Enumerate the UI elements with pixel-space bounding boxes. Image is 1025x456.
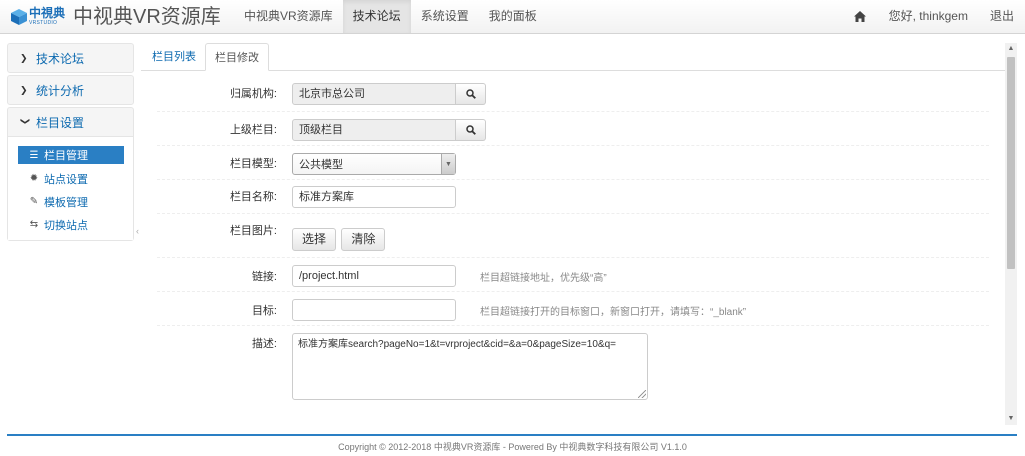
nav-item-settings[interactable]: 系统设置 xyxy=(411,0,479,33)
form-row-image: 栏目图片: 选择 清除 xyxy=(157,214,989,258)
footer-divider xyxy=(7,434,1017,436)
sidebar: ❯ 技术论坛 ❯ 统计分析 ❯ 栏目设置 ☰ 栏目管理 ✹ 站点设置 ✎ 模板管… xyxy=(7,43,134,243)
form-row-target: 目标: 栏目超链接打开的目标窗口，新窗口打开，请填写：“_blank” xyxy=(157,292,989,326)
logo-text: 中視典 xyxy=(29,6,66,20)
cube-logo-icon xyxy=(11,9,27,25)
form-row-name: 栏目名称: 标准方案库 xyxy=(157,180,989,214)
sidebar-group-column-settings: ❯ 栏目设置 ☰ 栏目管理 ✹ 站点设置 ✎ 模板管理 ⇆ 切换站点 xyxy=(7,107,134,241)
form-row-link: 链接: /project.html 栏目超链接地址，优先级“高” xyxy=(157,258,989,292)
tab-bar: 栏目列表 栏目修改 xyxy=(141,43,1016,71)
top-navbar: 中視典 VRSTUDIO 中视典VR资源库 中视典VR资源库 技术论坛 系统设置… xyxy=(0,0,1025,34)
pencil-icon: ✎ xyxy=(29,196,39,207)
form-row-desc: 描述: 标准方案库search?pageNo=1&t=vrproject&cid… xyxy=(157,326,989,425)
sidebar-item-label: 站点设置 xyxy=(44,173,88,186)
target-help-text: 栏目超链接打开的目标窗口，新窗口打开，请填写：“_blank” xyxy=(480,307,747,318)
form-row-org: 归属机构: 北京市总公司 xyxy=(157,78,989,112)
sidebar-group-stats: ❯ 统计分析 xyxy=(7,75,134,105)
scroll-down-arrow-icon[interactable]: ▼ xyxy=(1005,413,1017,425)
scroll-up-arrow-icon[interactable]: ▲ xyxy=(1005,43,1017,55)
sidebar-group-forum: ❯ 技术论坛 xyxy=(7,43,134,73)
logo-subtext: VRSTUDIO xyxy=(29,20,58,26)
desc-text: 标准方案库search?pageNo=1&t=vrproject&cid=&a=… xyxy=(298,339,616,350)
tab-column-list[interactable]: 栏目列表 xyxy=(143,43,205,70)
sidebar-group-forum-header[interactable]: ❯ 技术论坛 xyxy=(8,44,133,72)
sidebar-group-label: 统计分析 xyxy=(36,83,85,98)
select-image-button[interactable]: 选择 xyxy=(292,228,337,251)
sidebar-item-site-settings[interactable]: ✹ 站点设置 xyxy=(18,167,124,190)
search-icon xyxy=(465,89,476,99)
content-scrollbar[interactable]: ▲ ▼ xyxy=(1005,43,1017,425)
retweet-icon: ⇆ xyxy=(29,219,39,230)
field-label: 描述: xyxy=(251,338,277,350)
sidebar-item-switch-site[interactable]: ⇆ 切换站点 xyxy=(18,213,124,236)
field-label: 栏目模型: xyxy=(229,158,277,170)
field-label: 链接: xyxy=(251,271,277,283)
org-picker: 北京市总公司 xyxy=(292,83,486,105)
clear-image-button[interactable]: 清除 xyxy=(341,228,386,251)
scroll-thumb[interactable] xyxy=(1007,57,1015,269)
sidebar-submenu: ☰ 栏目管理 ✹ 站点设置 ✎ 模板管理 ⇆ 切换站点 xyxy=(8,136,133,240)
logo: 中視典 VRSTUDIO xyxy=(10,5,70,29)
logout-link[interactable]: 退出 xyxy=(979,0,1025,33)
form-row-model: 栏目模型: 公共模型 ▼ xyxy=(157,146,989,180)
home-button[interactable] xyxy=(842,0,878,33)
chevron-right-icon: ❯ xyxy=(20,52,28,63)
sidebar-group-stats-header[interactable]: ❯ 统计分析 xyxy=(8,76,133,104)
sidebar-item-label: 切换站点 xyxy=(44,219,88,232)
sidebar-item-template-manage[interactable]: ✎ 模板管理 xyxy=(18,190,124,213)
resize-grip-icon[interactable] xyxy=(638,390,646,398)
chevron-down-icon: ▼ xyxy=(441,154,455,174)
chevron-down-icon: ❯ xyxy=(20,117,31,125)
image-actions: 选择 清除 xyxy=(292,228,387,251)
org-search-button[interactable] xyxy=(456,83,486,105)
org-input[interactable]: 北京市总公司 xyxy=(292,83,456,105)
chevron-right-icon: ❯ xyxy=(20,84,28,95)
user-greeting[interactable]: 您好, thinkgem xyxy=(878,0,979,33)
brand-title: 中视典VR资源库 xyxy=(73,6,221,28)
name-input[interactable]: 标准方案库 xyxy=(292,186,456,208)
parent-input[interactable]: 顶级栏目 xyxy=(292,119,456,141)
nav-item-forum[interactable]: 技术论坛 xyxy=(342,0,411,33)
nav-item-my-panel[interactable]: 我的面板 xyxy=(479,0,547,33)
sidebar-group-column-settings-header[interactable]: ❯ 栏目设置 xyxy=(8,108,133,136)
model-select-value: 公共模型 xyxy=(299,159,343,171)
link-help-text: 栏目超链接地址，优先级“高” xyxy=(480,273,607,284)
sidebar-collapse-handle[interactable]: ‹ xyxy=(136,226,139,236)
main-content: 栏目列表 栏目修改 归属机构: 北京市总公司 上级栏目: 顶级栏目 栏目模型: … xyxy=(141,43,1016,425)
brand[interactable]: 中視典 VRSTUDIO 中视典VR资源库 xyxy=(10,4,221,30)
field-label: 目标: xyxy=(251,305,277,317)
field-label: 栏目图片: xyxy=(229,225,277,237)
target-input[interactable] xyxy=(292,299,456,321)
gear-icon: ✹ xyxy=(29,173,39,184)
desc-textarea[interactable]: 标准方案库search?pageNo=1&t=vrproject&cid=&a=… xyxy=(292,333,648,400)
parent-picker: 顶级栏目 xyxy=(292,119,486,141)
search-icon xyxy=(465,125,476,135)
list-icon: ☰ xyxy=(29,149,39,161)
sidebar-item-column-manage[interactable]: ☰ 栏目管理 xyxy=(18,146,124,164)
sidebar-item-label: 模板管理 xyxy=(44,196,88,209)
form-row-parent: 上级栏目: 顶级栏目 xyxy=(157,112,989,146)
home-icon xyxy=(853,0,867,33)
main-nav: 中视典VR资源库 技术论坛 系统设置 我的面板 xyxy=(234,0,547,33)
field-label: 上级栏目: xyxy=(229,124,277,136)
field-label: 栏目名称: xyxy=(229,191,277,203)
sidebar-group-label: 栏目设置 xyxy=(36,115,85,130)
nav-item-home-site[interactable]: 中视典VR资源库 xyxy=(234,0,343,33)
field-label: 归属机构: xyxy=(229,88,277,100)
user-nav: 您好, thinkgem 退出 xyxy=(842,0,1025,33)
sidebar-item-label: 栏目管理 xyxy=(44,150,88,162)
sidebar-group-label: 技术论坛 xyxy=(36,51,85,66)
link-input[interactable]: /project.html xyxy=(292,265,456,287)
footer-copyright: Copyright © 2012-2018 中视典VR资源库 - Powered… xyxy=(338,442,687,452)
model-select[interactable]: 公共模型 ▼ xyxy=(292,153,456,175)
tab-column-edit[interactable]: 栏目修改 xyxy=(205,43,269,71)
parent-search-button[interactable] xyxy=(456,119,486,141)
